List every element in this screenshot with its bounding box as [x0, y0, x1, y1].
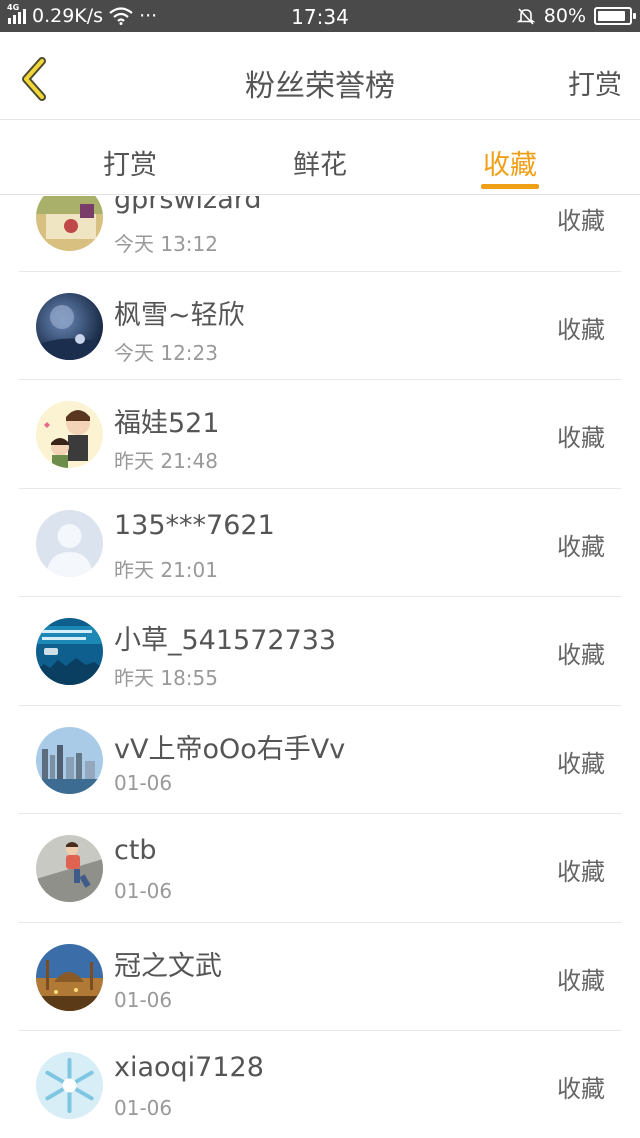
mosque-avatar[interactable]	[36, 943, 103, 1011]
user-name: 福娃521	[114, 408, 220, 439]
user-name: 冠之文武	[114, 950, 222, 982]
child-avatar[interactable]	[36, 835, 103, 902]
list-item[interactable]: gprswizard 今天 13:12 收藏	[19, 196, 621, 272]
user-time: 今天 12:23	[114, 340, 218, 365]
city-avatar[interactable]	[36, 726, 103, 794]
action-label: 收藏	[557, 641, 605, 669]
photo-avatar[interactable]	[36, 196, 103, 251]
user-name: xiaoqi7128	[114, 1052, 264, 1083]
page-title: 粉丝荣誉榜	[245, 69, 395, 104]
reward-button[interactable]: 打赏	[568, 63, 622, 102]
user-name: 135***7621	[114, 509, 275, 541]
tab-reward[interactable]: 打赏	[70, 143, 190, 182]
tab-favorites[interactable]: 收藏	[450, 143, 570, 182]
snowflake-avatar[interactable]	[36, 1052, 103, 1119]
user-name: vV上帝oOo右手Vv	[114, 733, 346, 765]
list-item[interactable]: vV上帝oOo右手Vv 01-06 收藏	[19, 706, 621, 814]
action-label: 收藏	[557, 207, 605, 235]
user-time: 01-06	[114, 770, 173, 795]
default-avatar[interactable]	[36, 509, 103, 577]
list-item[interactable]: xiaoqi7128 01-06 收藏	[19, 1031, 621, 1138]
tab-bar: 打赏 鲜花 收藏	[0, 121, 640, 195]
night-sky-avatar[interactable]	[36, 292, 103, 360]
status-bar: 4G 0.29K/s ··· 17:34 80%	[0, 0, 640, 32]
tab-flowers[interactable]: 鲜花	[260, 143, 380, 182]
user-name: ctb	[114, 835, 157, 866]
fan-list[interactable]: gprswizard 今天 13:12 收藏 枫雪~轻欣 今天 12:23 收藏	[0, 196, 640, 1138]
list-item[interactable]: 135***7621 昨天 21:01 收藏	[19, 489, 621, 597]
battery-percent: 80%	[543, 5, 586, 27]
action-label: 收藏	[557, 424, 605, 452]
user-time: 今天 13:12	[114, 232, 218, 256]
user-time: 01-06	[114, 1096, 173, 1120]
action-label: 收藏	[557, 1075, 605, 1103]
action-label: 收藏	[557, 315, 605, 344]
ad-avatar[interactable]	[36, 618, 103, 685]
list-item[interactable]: 枫雪~轻欣 今天 12:23 收藏	[19, 272, 621, 380]
action-label: 收藏	[557, 749, 605, 778]
list-item[interactable]: ctb 01-06 收藏	[19, 814, 621, 923]
bell-muted-icon	[516, 6, 536, 26]
battery-icon	[594, 7, 636, 25]
user-time: 01-06	[114, 879, 173, 903]
list-item[interactable]: 冠之文武 01-06 收藏	[19, 923, 621, 1031]
status-right: 80%	[516, 5, 636, 27]
user-time: 01-06	[114, 987, 173, 1012]
user-name: gprswizard	[114, 196, 262, 215]
user-name: 枫雪~轻欣	[114, 299, 245, 331]
user-time: 昨天 21:48	[114, 449, 218, 473]
user-time: 昨天 18:55	[114, 666, 218, 690]
cartoon-avatar[interactable]	[36, 401, 103, 468]
nav-bar: 粉丝荣誉榜 打赏	[0, 32, 640, 120]
action-label: 收藏	[557, 532, 605, 561]
action-label: 收藏	[557, 966, 605, 995]
list-item[interactable]: 小草_541572733 昨天 18:55 收藏	[19, 597, 621, 706]
list-item[interactable]: 福娃521 昨天 21:48 收藏	[19, 380, 621, 489]
active-tab-indicator	[481, 184, 539, 189]
action-label: 收藏	[557, 858, 605, 886]
user-time: 昨天 21:01	[114, 557, 218, 582]
user-name: 小草_541572733	[114, 625, 337, 656]
